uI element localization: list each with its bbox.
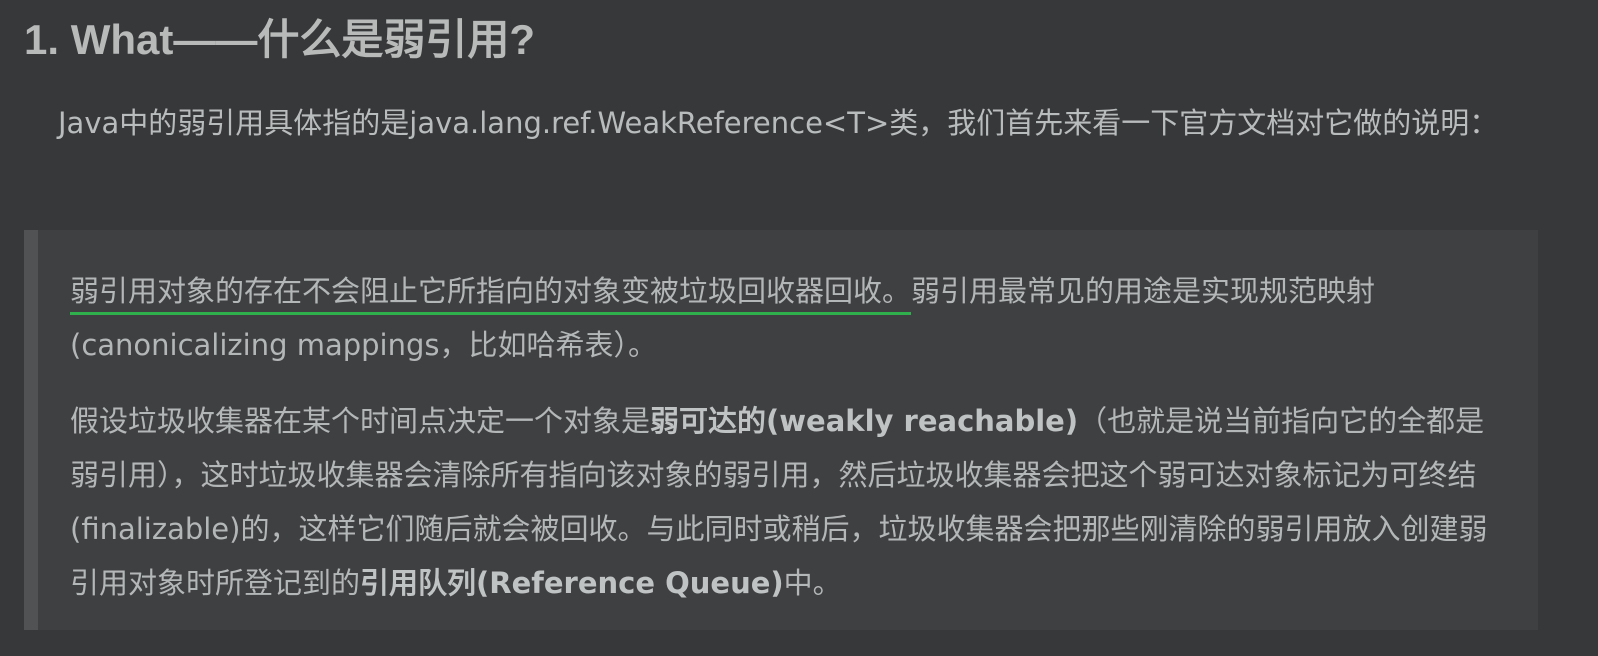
section-heading: 1. What——什么是弱引用? bbox=[24, 16, 535, 63]
blockquote: 弱引用对象的存在不会阻止它所指向的对象变被垃圾回收器回收。弱引用最常见的用途是实… bbox=[24, 230, 1538, 630]
bold-reference-queue: 引用队列(Reference Queue) bbox=[360, 566, 784, 600]
quote-paragraph-2-part-a: 假设垃圾收集器在某个时间点决定一个对象是 bbox=[70, 404, 651, 438]
underlined-sentence: 弱引用对象的存在不会阻止它所指向的对象变被垃圾回收器回收。 bbox=[70, 274, 912, 308]
intro-paragraph: Java中的弱引用具体指的是java.lang.ref.WeakReferenc… bbox=[58, 106, 1499, 140]
quote-paragraph-2: 假设垃圾收集器在某个时间点决定一个对象是弱可达的(weakly reachabl… bbox=[70, 394, 1500, 610]
quote-paragraph-1: 弱引用对象的存在不会阻止它所指向的对象变被垃圾回收器回收。弱引用最常见的用途是实… bbox=[70, 264, 1500, 372]
quote-paragraph-2-part-c: 中。 bbox=[783, 566, 842, 600]
bold-weakly-reachable: 弱可达的(weakly reachable) bbox=[650, 404, 1079, 438]
